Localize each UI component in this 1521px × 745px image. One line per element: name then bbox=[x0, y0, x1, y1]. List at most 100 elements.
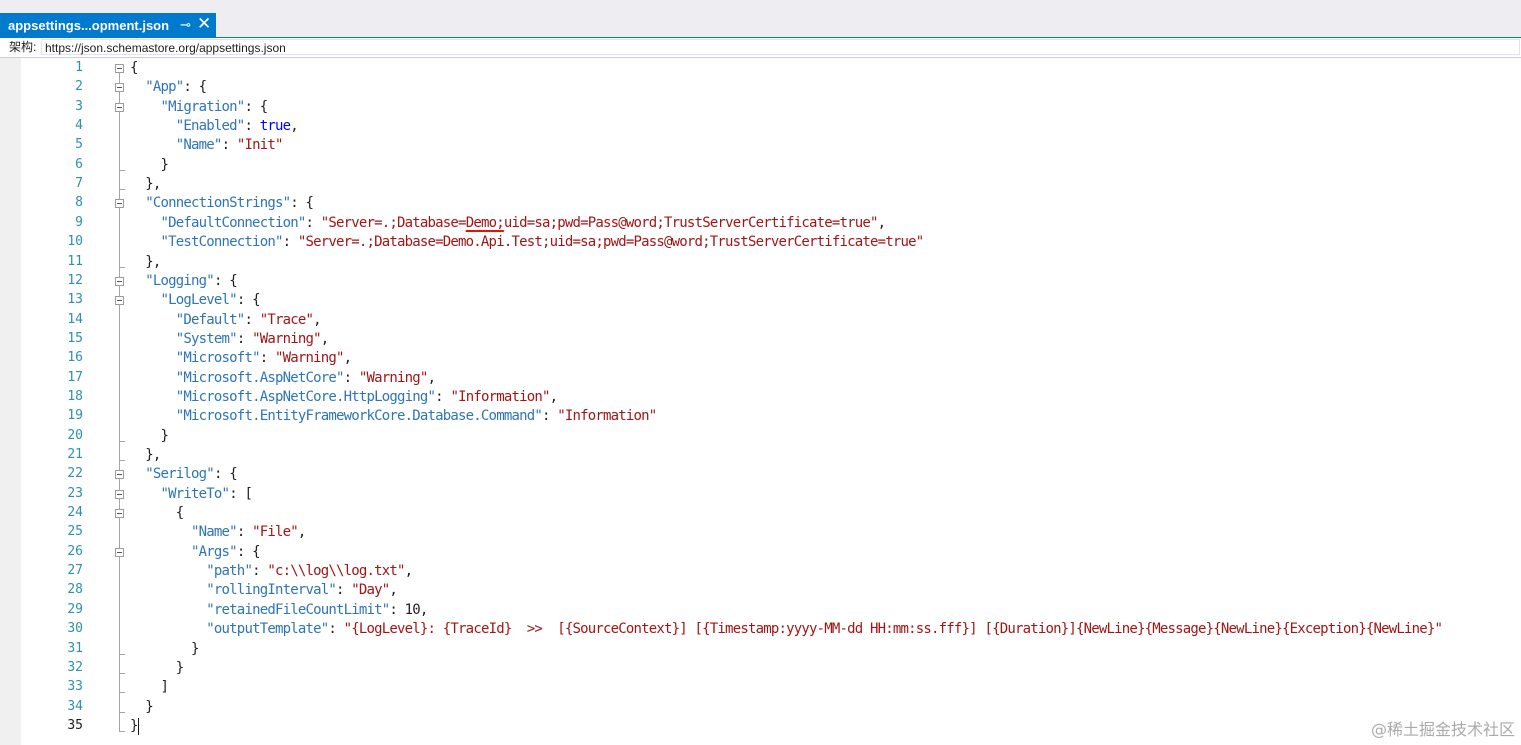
json-punct: , bbox=[549, 388, 558, 405]
json-string: "Server=.;Database= bbox=[320, 214, 467, 231]
json-string: "Day" bbox=[351, 582, 390, 599]
fold-guide bbox=[119, 556, 120, 654]
json-string: Demo; bbox=[465, 214, 505, 231]
json-string: "Warning" bbox=[358, 369, 428, 386]
code-line: "outputTemplate": "{LogLevel}: {TraceId}… bbox=[130, 620, 1443, 639]
fold-end-marker bbox=[119, 169, 125, 171]
json-punct: , bbox=[877, 214, 886, 231]
fold-end-marker bbox=[119, 460, 125, 461]
tab-title: appsettings...opment.json bbox=[8, 17, 170, 33]
line-number: 30 bbox=[67, 621, 83, 637]
fold-end-marker bbox=[119, 730, 125, 732]
json-punct bbox=[130, 408, 176, 424]
json-string: "Warning" bbox=[252, 330, 321, 347]
json-punct bbox=[130, 118, 176, 134]
document-tab-strip: appsettings...opment.json ⊸ ✕ bbox=[0, 0, 1521, 38]
json-punct: : { bbox=[290, 195, 314, 212]
json-string: "Information" bbox=[557, 408, 657, 425]
schema-url-field[interactable]: https://json.schemastore.org/appsettings… bbox=[41, 39, 1520, 55]
json-punct: : bbox=[336, 582, 352, 599]
json-key: "Serilog" bbox=[145, 466, 214, 483]
code-line: "retainedFileCountLimit": 10, bbox=[130, 601, 428, 620]
code-line: "WriteTo": [ bbox=[130, 485, 253, 504]
json-punct: : bbox=[244, 118, 260, 135]
line-number: 13 bbox=[67, 292, 83, 308]
json-punct bbox=[130, 234, 161, 250]
json-punct: : bbox=[282, 234, 298, 251]
json-string: "Init" bbox=[236, 137, 284, 154]
fold-end-marker bbox=[119, 692, 125, 694]
json-string: "{LogLevel}: {TraceId} >> [{SourceContex… bbox=[343, 621, 1443, 638]
line-number: 27 bbox=[67, 563, 83, 579]
watermark: @稀土掘金技术社区 bbox=[1370, 720, 1515, 739]
json-punct: : bbox=[343, 369, 359, 386]
close-icon[interactable]: ✕ bbox=[197, 15, 211, 33]
collapse-icon[interactable] bbox=[115, 470, 124, 480]
pin-icon[interactable]: ⊸ bbox=[180, 16, 191, 34]
json-punct bbox=[130, 331, 176, 347]
line-number: 11 bbox=[67, 253, 83, 269]
json-punct: : bbox=[244, 311, 260, 328]
json-punct: , bbox=[313, 311, 321, 328]
json-keyword: true bbox=[259, 118, 291, 135]
fold-guide bbox=[119, 305, 120, 441]
collapse-icon[interactable] bbox=[115, 296, 124, 306]
json-string: "Warning" bbox=[274, 350, 344, 367]
line-number: 15 bbox=[67, 330, 83, 346]
collapse-icon[interactable] bbox=[115, 199, 124, 209]
collapse-icon[interactable] bbox=[115, 547, 124, 557]
json-punct: : bbox=[221, 137, 237, 154]
code-line: } bbox=[130, 717, 138, 736]
line-number: 5 bbox=[75, 137, 83, 153]
line-number: 19 bbox=[67, 408, 83, 424]
code-editor[interactable]: 1 2 3 4 5 6 7 8 9 10 11 12 13 14 15 16 17 18 19 20 21 22 23 24 2… bbox=[0, 58, 1521, 745]
line-number: 14 bbox=[67, 311, 83, 327]
collapse-icon[interactable] bbox=[115, 64, 124, 73]
json-punct bbox=[130, 486, 161, 502]
line-number: 25 bbox=[67, 524, 83, 540]
line-number: 18 bbox=[67, 388, 83, 404]
json-punct: }, bbox=[130, 447, 161, 463]
json-key: "App" bbox=[145, 79, 184, 96]
json-punct: : bbox=[236, 524, 253, 541]
code-line: "Microsoft.AspNetCore": "Warning", bbox=[130, 369, 436, 388]
code-line: } bbox=[130, 659, 184, 678]
line-number: 9 bbox=[75, 214, 83, 230]
json-punct bbox=[130, 292, 161, 308]
json-punct: } bbox=[130, 717, 138, 734]
collapse-icon[interactable] bbox=[115, 489, 124, 499]
line-number: 24 bbox=[67, 505, 83, 521]
document-tab[interactable]: appsettings...opment.json ⊸ ✕ bbox=[0, 13, 216, 37]
collapse-icon[interactable] bbox=[115, 102, 124, 112]
json-punct bbox=[130, 563, 206, 579]
json-punct: : 10, bbox=[389, 601, 428, 618]
json-punct: { bbox=[130, 60, 138, 76]
json-key: "TestConnection" bbox=[160, 234, 284, 251]
line-number: 3 bbox=[75, 98, 83, 114]
json-key: "Microsoft.AspNetCore" bbox=[175, 369, 345, 386]
json-punct: } bbox=[130, 659, 184, 676]
json-punct bbox=[130, 215, 161, 231]
collapse-icon[interactable] bbox=[115, 83, 124, 93]
json-punct: : [ bbox=[229, 485, 253, 502]
json-punct: : { bbox=[236, 543, 261, 560]
json-string: "c:\\log\\log.txt" bbox=[267, 563, 405, 580]
code-line: "Microsoft.AspNetCore.HttpLogging": "Inf… bbox=[130, 388, 558, 407]
json-punct: } bbox=[130, 427, 169, 444]
collapse-icon[interactable] bbox=[115, 276, 124, 286]
collapse-icon[interactable] bbox=[115, 509, 124, 519]
json-punct: , bbox=[320, 330, 329, 347]
json-key: "path" bbox=[206, 563, 253, 580]
json-punct: : { bbox=[236, 292, 261, 309]
json-punct: , bbox=[389, 582, 398, 599]
line-number: 2 bbox=[75, 79, 83, 95]
json-punct: : { bbox=[244, 98, 268, 115]
code-line: ] bbox=[130, 678, 169, 697]
json-key: "LogLevel" bbox=[160, 292, 238, 309]
json-key: "Name" bbox=[175, 137, 223, 154]
line-number-gutter: 1 2 3 4 5 6 7 8 9 10 11 12 13 14 15 16 17 18 19 20 21 22 23 24 2… bbox=[21, 58, 113, 745]
code-line: }, bbox=[130, 253, 161, 272]
line-number: 32 bbox=[67, 659, 83, 675]
json-punct: , bbox=[427, 369, 436, 386]
code-line: "path": "c:\\log\\log.txt", bbox=[130, 562, 413, 581]
